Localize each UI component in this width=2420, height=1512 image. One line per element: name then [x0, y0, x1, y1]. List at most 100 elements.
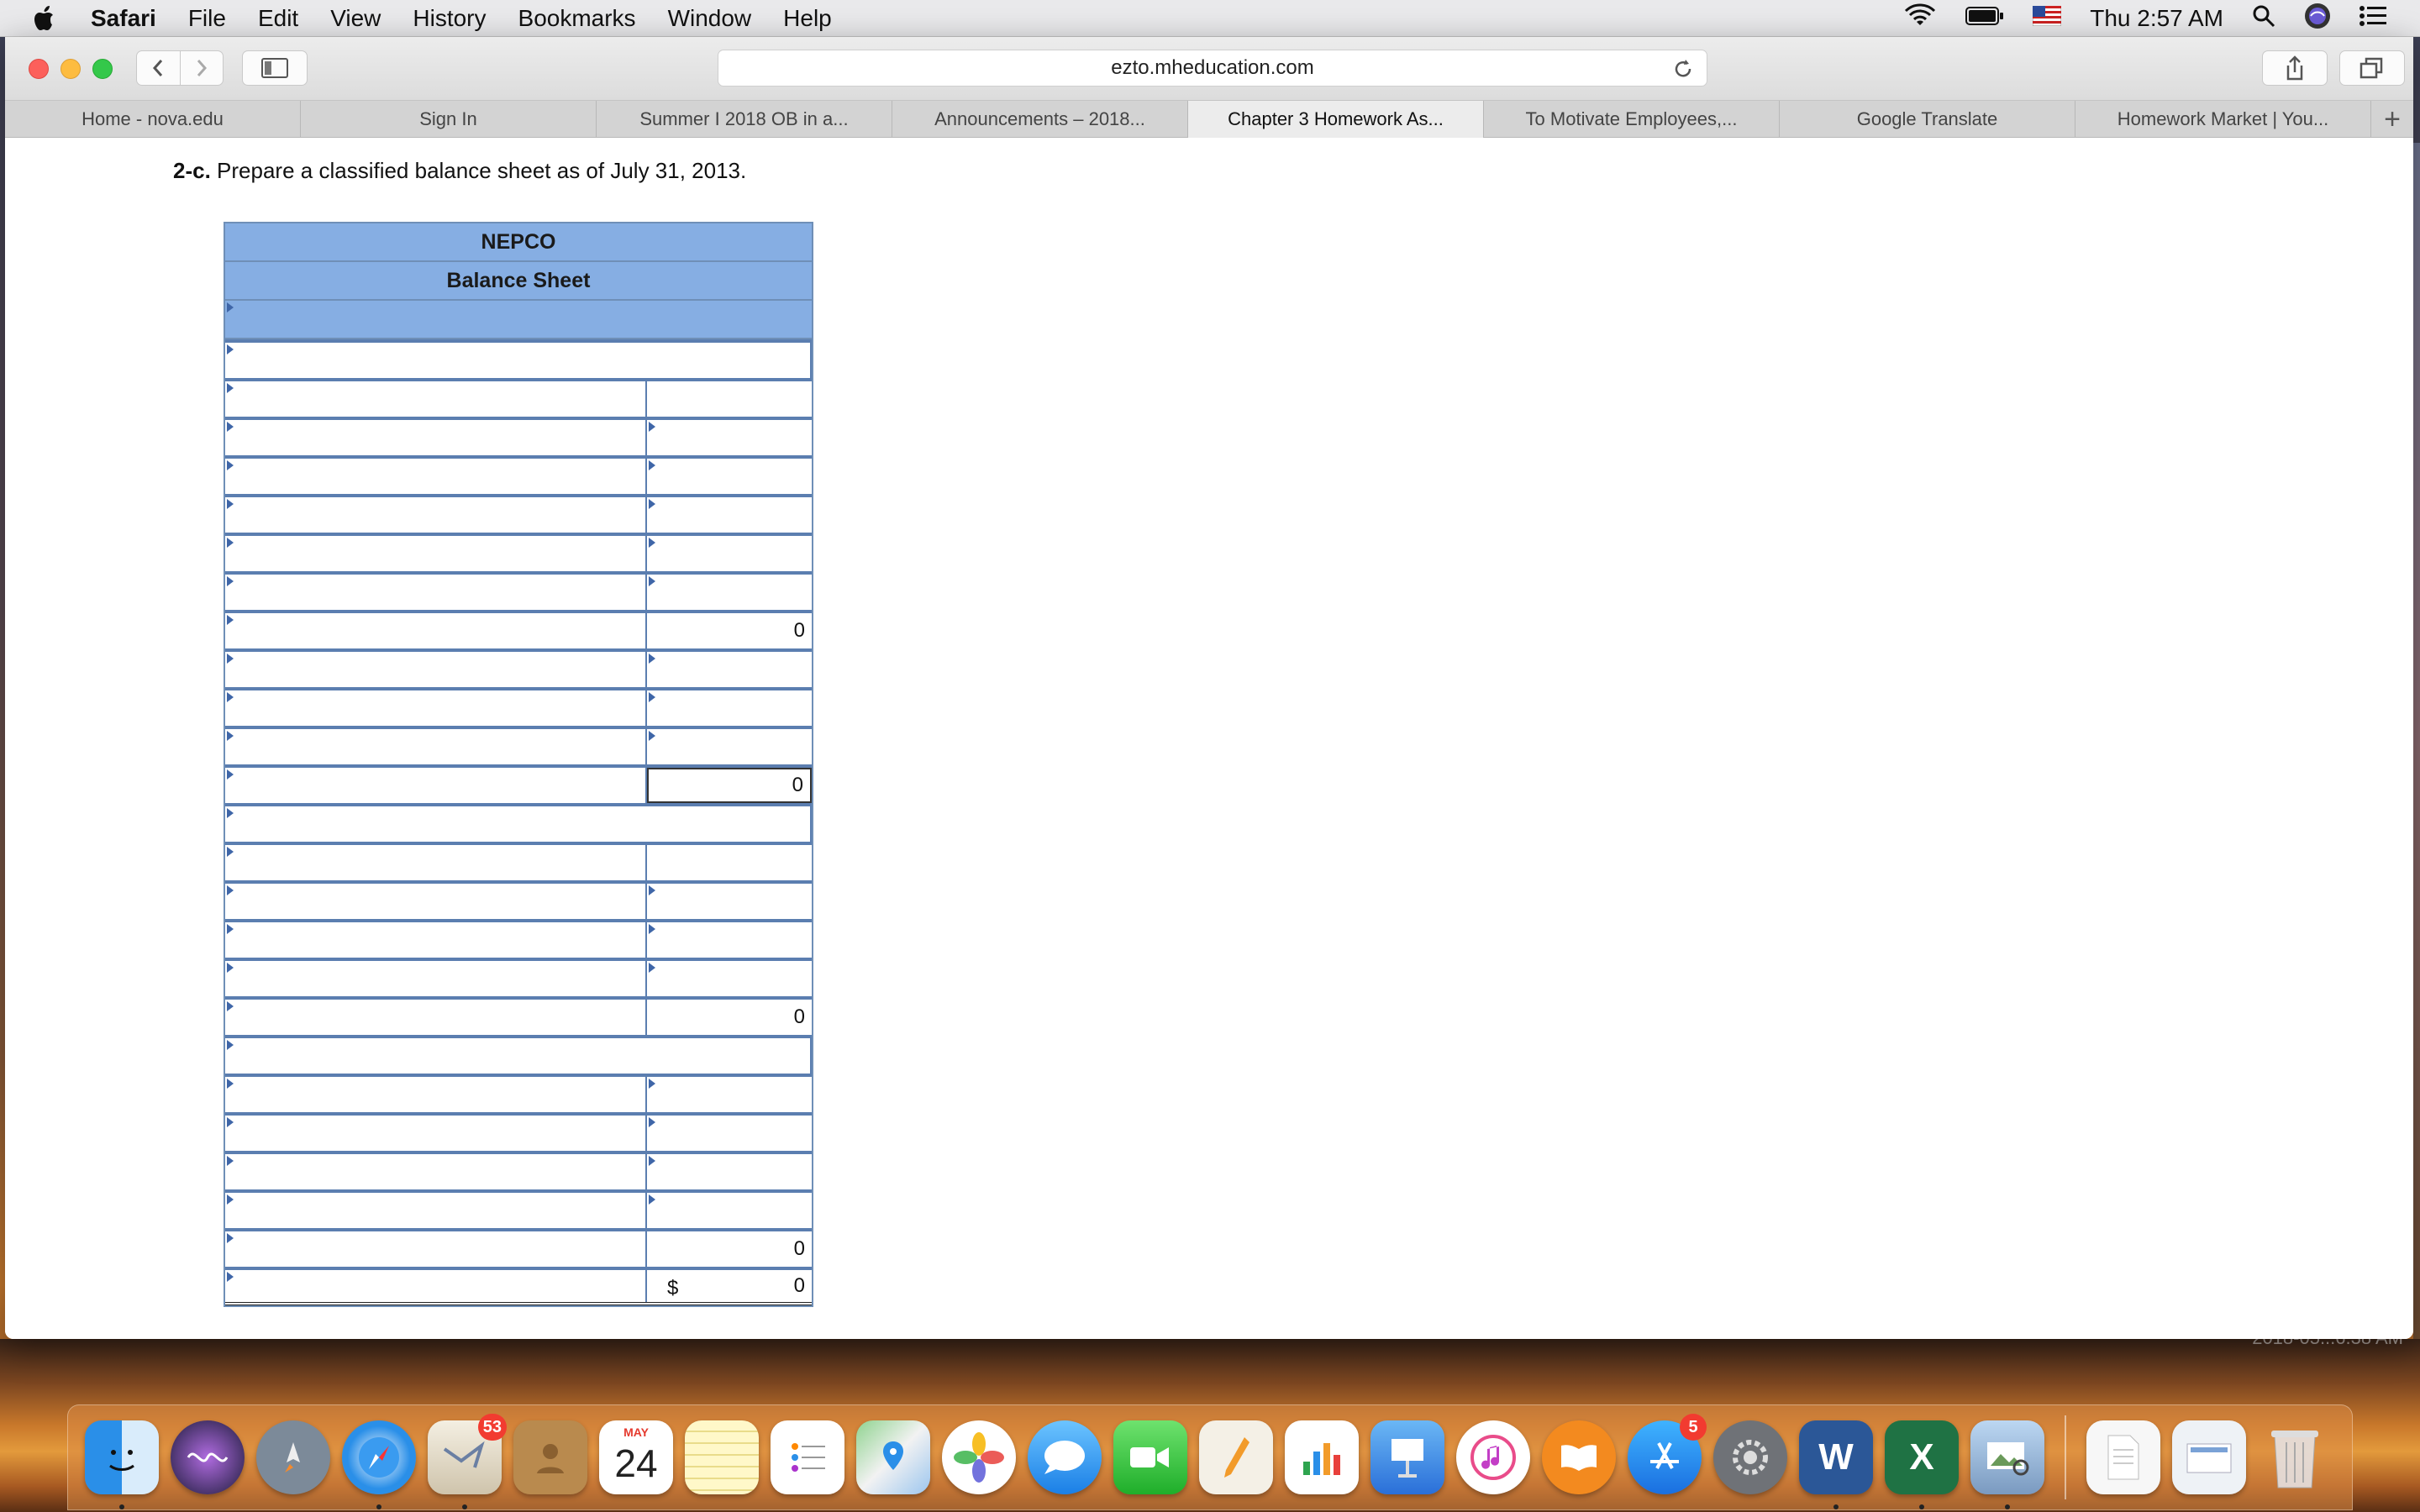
account-dropdown[interactable]: [225, 459, 647, 494]
amount-input[interactable]: [647, 459, 812, 494]
tab-announcements[interactable]: Announcements – 2018...: [892, 101, 1188, 138]
amount-input[interactable]: [647, 1077, 812, 1112]
account-dropdown[interactable]: [225, 575, 647, 610]
amount-input[interactable]: [647, 1154, 812, 1189]
amount-input[interactable]: [647, 497, 812, 533]
microsoft-excel-icon[interactable]: X: [1885, 1420, 1959, 1509]
itunes-icon[interactable]: [1456, 1420, 1530, 1494]
app-store-icon[interactable]: 5: [1628, 1414, 1707, 1494]
microsoft-word-icon[interactable]: W: [1799, 1420, 1873, 1509]
maximize-window-button[interactable]: [92, 59, 113, 79]
section-heading-dropdown[interactable]: [225, 1035, 812, 1074]
amount-input[interactable]: [647, 381, 812, 417]
tab-summer-ob[interactable]: Summer I 2018 OB in a...: [597, 101, 892, 138]
account-dropdown[interactable]: [225, 1000, 647, 1035]
amount-input[interactable]: [647, 1193, 812, 1228]
facetime-icon[interactable]: [1113, 1420, 1187, 1494]
contacts-icon[interactable]: [513, 1420, 587, 1494]
menu-window[interactable]: Window: [668, 5, 752, 32]
account-dropdown[interactable]: [225, 690, 647, 726]
menu-history[interactable]: History: [413, 5, 486, 32]
new-tab-button[interactable]: +: [2371, 101, 2413, 138]
account-dropdown[interactable]: [225, 922, 647, 958]
tab-homework-market[interactable]: Homework Market | You...: [2075, 101, 2371, 138]
forward-button[interactable]: [180, 50, 223, 86]
siri-dock-icon[interactable]: [171, 1420, 245, 1494]
reload-icon[interactable]: [1671, 57, 1695, 87]
amount-input[interactable]: [647, 690, 812, 726]
ibooks-icon[interactable]: [1542, 1420, 1616, 1494]
battery-icon[interactable]: [1965, 5, 2004, 32]
account-dropdown[interactable]: [225, 884, 647, 919]
account-dropdown[interactable]: [225, 1231, 647, 1267]
section-heading-dropdown[interactable]: [225, 339, 812, 378]
tab-home-nova[interactable]: Home - nova.edu: [5, 101, 301, 138]
statement-date-dropdown[interactable]: [225, 301, 812, 339]
menu-file[interactable]: File: [188, 5, 226, 32]
account-dropdown[interactable]: [225, 420, 647, 455]
notes-icon[interactable]: [685, 1420, 759, 1494]
spotlight-search-icon[interactable]: [2252, 4, 2275, 34]
photos-icon[interactable]: [942, 1420, 1016, 1494]
amount-input[interactable]: [647, 884, 812, 919]
close-window-button[interactable]: [29, 59, 49, 79]
preview-icon[interactable]: [1970, 1420, 2044, 1509]
account-dropdown[interactable]: [225, 613, 647, 648]
account-dropdown[interactable]: [225, 652, 647, 687]
amount-input[interactable]: [647, 845, 812, 880]
account-dropdown[interactable]: [225, 845, 647, 880]
address-bar[interactable]: ezto.mheducation.com: [718, 50, 1707, 87]
section-heading-dropdown[interactable]: [225, 803, 812, 842]
account-dropdown[interactable]: [225, 1077, 647, 1112]
system-preferences-icon[interactable]: [1713, 1420, 1787, 1494]
back-button[interactable]: [137, 50, 180, 86]
amount-input[interactable]: [647, 961, 812, 996]
account-dropdown[interactable]: [225, 1193, 647, 1228]
tab-chapter-3-homework[interactable]: Chapter 3 Homework As...: [1188, 101, 1484, 138]
menu-bookmarks[interactable]: Bookmarks: [518, 5, 636, 32]
wifi-icon[interactable]: [1903, 3, 1937, 34]
amount-input[interactable]: [647, 729, 812, 764]
account-dropdown[interactable]: [225, 1270, 647, 1302]
account-dropdown[interactable]: [225, 1154, 647, 1189]
launchpad-icon[interactable]: [256, 1420, 330, 1494]
safari-dock-icon[interactable]: [342, 1420, 416, 1509]
finder-icon[interactable]: [85, 1420, 159, 1509]
recent-document-icon[interactable]: [2086, 1420, 2160, 1494]
account-dropdown[interactable]: [225, 729, 647, 764]
amount-input[interactable]: [647, 652, 812, 687]
share-button[interactable]: [2262, 50, 2328, 86]
pages-icon[interactable]: [1199, 1420, 1273, 1494]
siri-icon[interactable]: [2304, 3, 2331, 35]
show-all-tabs-button[interactable]: [2339, 50, 2405, 86]
amount-input[interactable]: [647, 420, 812, 455]
keynote-icon[interactable]: [1370, 1420, 1444, 1494]
menubar-clock[interactable]: Thu 2:57 AM: [2090, 5, 2223, 32]
reminders-icon[interactable]: [771, 1420, 844, 1494]
account-dropdown[interactable]: [225, 961, 647, 996]
amount-input[interactable]: [647, 575, 812, 610]
amount-input[interactable]: [647, 536, 812, 571]
input-source-flag-icon[interactable]: [2032, 5, 2062, 32]
menu-view[interactable]: View: [330, 5, 381, 32]
mail-icon[interactable]: 53: [428, 1414, 507, 1509]
account-dropdown[interactable]: [225, 1116, 647, 1151]
account-dropdown[interactable]: [225, 536, 647, 571]
tab-sign-in[interactable]: Sign In: [301, 101, 597, 138]
menu-help[interactable]: Help: [783, 5, 832, 32]
tab-google-translate[interactable]: Google Translate: [1780, 101, 2075, 138]
tab-motivate-employees[interactable]: To Motivate Employees,...: [1484, 101, 1780, 138]
sidebar-toggle-button[interactable]: [242, 50, 308, 86]
downloads-stack-icon[interactable]: [2172, 1420, 2246, 1494]
messages-icon[interactable]: [1028, 1420, 1102, 1494]
apple-menu-icon[interactable]: [34, 5, 59, 32]
trash-icon[interactable]: [2258, 1420, 2332, 1494]
account-dropdown[interactable]: [225, 768, 647, 803]
amount-input[interactable]: [647, 922, 812, 958]
numbers-icon[interactable]: [1285, 1420, 1359, 1494]
maps-icon[interactable]: [856, 1420, 930, 1494]
minimize-window-button[interactable]: [60, 59, 81, 79]
calendar-icon[interactable]: MAY 24: [599, 1420, 673, 1494]
notification-center-icon[interactable]: [2360, 5, 2386, 33]
account-dropdown[interactable]: [225, 381, 647, 417]
